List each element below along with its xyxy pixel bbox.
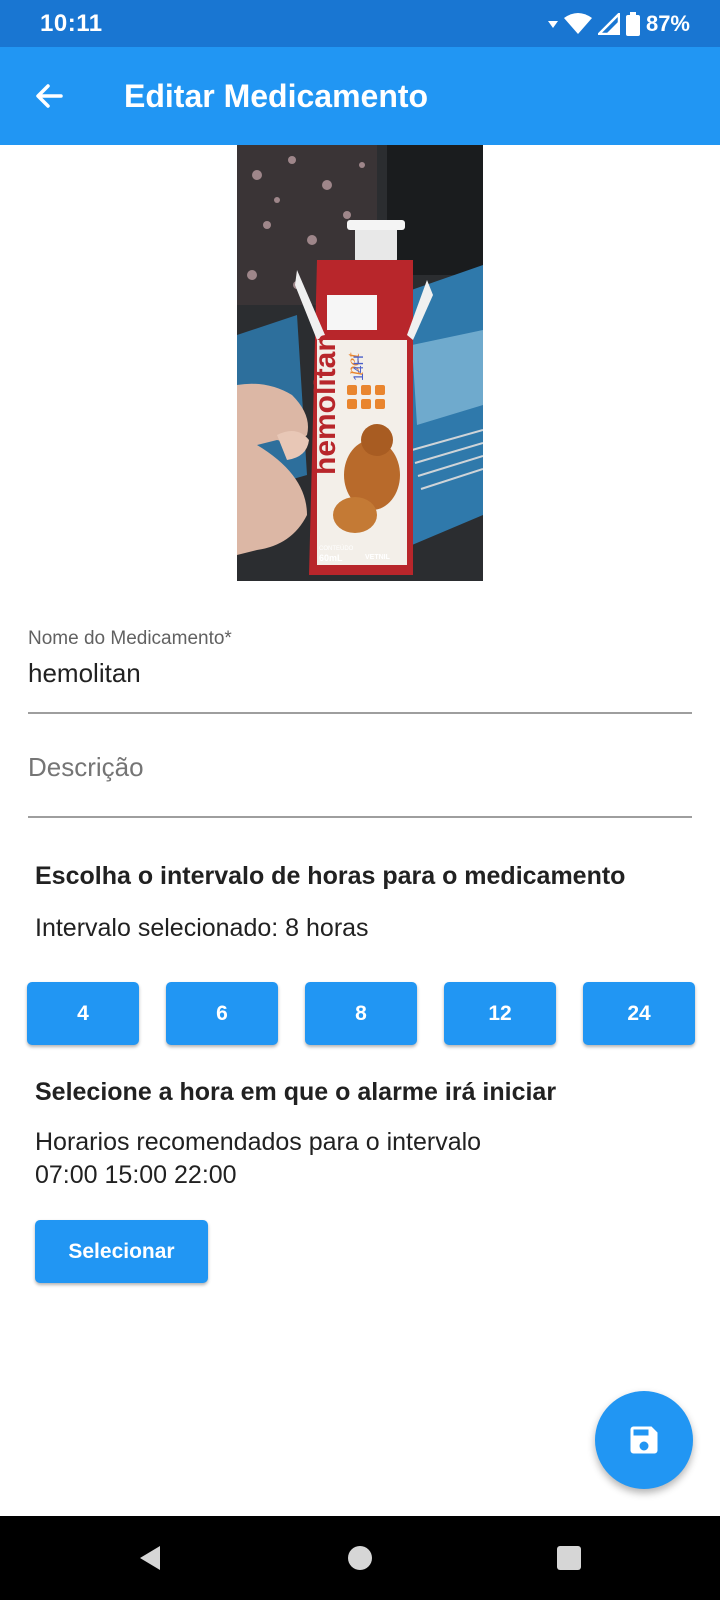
- nav-recents-button[interactable]: [553, 1542, 585, 1574]
- save-icon: [630, 1426, 658, 1454]
- nav-back-icon: [140, 1546, 160, 1570]
- description-field[interactable]: Descrição: [28, 740, 692, 818]
- photo-handwritten: 14H: [350, 355, 366, 381]
- interval-button-8[interactable]: 8: [305, 982, 417, 1045]
- signal-arrow-icon: [547, 20, 558, 28]
- photo-maker: VETNIL: [365, 554, 391, 561]
- battery-icon: [625, 11, 640, 36]
- nav-back-button[interactable]: [134, 1542, 166, 1574]
- signal-icon: [597, 12, 620, 35]
- wifi-icon: [563, 12, 592, 34]
- medication-photo[interactable]: hemolitan pet 14H CONTEÚDO 60mL VETNIL: [237, 145, 483, 581]
- description-input[interactable]: Descrição: [28, 752, 692, 783]
- system-nav-bar: [0, 1516, 720, 1600]
- interval-selected-text: Intervalo selecionado: 8 horas: [35, 914, 369, 942]
- photo-volume: 60mL: [319, 553, 343, 563]
- interval-button-4[interactable]: 4: [27, 982, 139, 1045]
- interval-options: 4 6 8 12 24: [27, 982, 695, 1045]
- save-button[interactable]: [595, 1391, 693, 1489]
- select-time-button[interactable]: Selecionar: [35, 1220, 208, 1283]
- medication-name-input[interactable]: hemolitan: [28, 658, 692, 689]
- recommended-times: 07:00 15:00 22:00: [35, 1161, 237, 1189]
- alarm-heading: Selecione a hora em que o alarme irá ini…: [35, 1078, 557, 1106]
- back-button[interactable]: [21, 68, 77, 124]
- nav-recents-icon: [557, 1546, 581, 1570]
- status-icons: 87%: [547, 10, 690, 37]
- status-bar: 10:11 87%: [0, 0, 720, 47]
- medication-name-label: Nome do Medicamento*: [28, 628, 232, 649]
- interval-button-24[interactable]: 24: [583, 982, 695, 1045]
- photo-brand: hemolitan: [309, 333, 342, 475]
- interval-button-12[interactable]: 12: [444, 982, 556, 1045]
- photo-content-label: CONTEÚDO: [319, 545, 354, 552]
- arrow-back-icon: [36, 84, 63, 108]
- app-bar: Editar Medicamento: [0, 47, 720, 145]
- page-title: Editar Medicamento: [124, 77, 429, 114]
- battery-percent: 87%: [645, 10, 690, 36]
- interval-heading: Escolha o intervalo de horas para o medi…: [35, 862, 626, 890]
- interval-button-6[interactable]: 6: [166, 982, 278, 1045]
- medication-name-field[interactable]: Nome do Medicamento* hemolitan: [28, 628, 692, 714]
- recommended-label: Horarios recomendados para o intervalo: [35, 1128, 482, 1156]
- nav-home-icon: [348, 1546, 372, 1570]
- nav-home-button[interactable]: [344, 1542, 376, 1574]
- status-time: 10:11: [40, 9, 103, 37]
